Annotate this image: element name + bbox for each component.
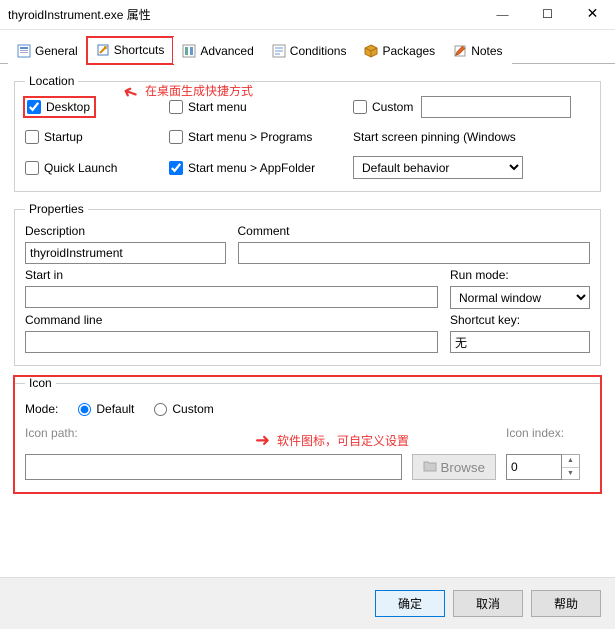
custom-checkbox[interactable] bbox=[353, 100, 367, 114]
tab-packages-label: Packages bbox=[382, 44, 435, 58]
desktop-label: Desktop bbox=[46, 100, 90, 114]
appfolder-checkbox-wrap[interactable]: Start menu > AppFolder bbox=[169, 161, 349, 175]
conditions-icon bbox=[272, 44, 286, 58]
dialog-buttons: 确定 取消 帮助 bbox=[0, 577, 615, 629]
tab-notes[interactable]: Notes bbox=[444, 37, 511, 64]
tab-strip: General Shortcuts Advanced Conditions Pa… bbox=[0, 30, 615, 64]
icon-mode-default-radio[interactable] bbox=[78, 403, 91, 416]
general-icon bbox=[17, 44, 31, 58]
runmode-select[interactable]: Normal window bbox=[450, 286, 590, 309]
icon-legend: Icon bbox=[25, 376, 56, 390]
tab-content: Location ➜ 在桌面生成快捷方式 Desktop Start menu … bbox=[0, 64, 615, 513]
comment-label: Comment bbox=[238, 224, 591, 238]
minimize-button[interactable]: ― bbox=[480, 0, 525, 29]
folder-icon bbox=[423, 460, 437, 475]
maximize-button[interactable]: ☐ bbox=[525, 0, 570, 29]
comment-input[interactable] bbox=[238, 242, 591, 264]
startmenu-checkbox[interactable] bbox=[169, 100, 183, 114]
startmenu-checkbox-wrap[interactable]: Start menu bbox=[169, 100, 349, 114]
ok-button[interactable]: 确定 bbox=[375, 590, 445, 617]
icon-mode-custom-radio[interactable] bbox=[154, 403, 167, 416]
shortcuts-icon bbox=[96, 43, 110, 57]
help-button[interactable]: 帮助 bbox=[531, 590, 601, 617]
icon-mode-label: Mode: bbox=[25, 402, 58, 416]
tab-conditions-label: Conditions bbox=[290, 44, 347, 58]
tab-notes-label: Notes bbox=[471, 44, 502, 58]
tab-advanced[interactable]: Advanced bbox=[173, 37, 262, 64]
icon-index-input bbox=[506, 454, 562, 480]
programs-label: Start menu > Programs bbox=[188, 130, 312, 144]
browse-button: Browse bbox=[412, 454, 496, 480]
icon-mode-default-label: Default bbox=[96, 402, 134, 416]
tab-shortcuts-label: Shortcuts bbox=[114, 43, 165, 57]
programs-checkbox[interactable] bbox=[169, 130, 183, 144]
desktop-checkbox-wrap[interactable]: Desktop bbox=[25, 98, 94, 116]
icon-group: Icon Mode: Default Custom ➜ 软件图标，可自定义设置 … bbox=[14, 376, 601, 493]
location-group: Location ➜ 在桌面生成快捷方式 Desktop Start menu … bbox=[14, 74, 601, 192]
close-button[interactable]: ✕ bbox=[570, 0, 615, 29]
properties-group: Properties Description Comment Start in … bbox=[14, 202, 601, 366]
appfolder-label: Start menu > AppFolder bbox=[188, 161, 315, 175]
quicklaunch-checkbox[interactable] bbox=[25, 161, 39, 175]
window-title: thyroidInstrument.exe 属性 bbox=[8, 6, 480, 23]
icon-mode-default-wrap[interactable]: Default bbox=[78, 402, 134, 416]
startmenu-label: Start menu bbox=[188, 100, 247, 114]
quicklaunch-checkbox-wrap[interactable]: Quick Launch bbox=[25, 161, 165, 175]
tab-general[interactable]: General bbox=[8, 37, 87, 64]
arrow-icon: ➜ bbox=[255, 430, 270, 451]
desktop-checkbox[interactable] bbox=[27, 100, 41, 114]
titlebar: thyroidInstrument.exe 属性 ― ☐ ✕ bbox=[0, 0, 615, 30]
startup-label: Startup bbox=[44, 130, 83, 144]
icon-path-label: Icon path: bbox=[25, 426, 78, 440]
pinning-select[interactable]: Default behavior bbox=[353, 156, 523, 179]
custom-path-input[interactable] bbox=[421, 96, 571, 118]
shortcutkey-input[interactable] bbox=[450, 331, 590, 353]
pinning-label: Start screen pinning (Windows bbox=[353, 130, 590, 144]
location-legend: Location bbox=[25, 74, 78, 88]
runmode-label: Run mode: bbox=[450, 268, 590, 282]
icon-mode-custom-label: Custom bbox=[172, 402, 213, 416]
window-buttons: ― ☐ ✕ bbox=[480, 0, 615, 29]
shortcutkey-label: Shortcut key: bbox=[450, 313, 590, 327]
icon-mode-custom-wrap[interactable]: Custom bbox=[154, 402, 213, 416]
desktop-annotation: 在桌面生成快捷方式 bbox=[145, 82, 253, 99]
cmdline-label: Command line bbox=[25, 313, 438, 327]
icon-index-label: Icon index: bbox=[506, 426, 564, 440]
startup-checkbox[interactable] bbox=[25, 130, 39, 144]
startin-label: Start in bbox=[25, 268, 438, 282]
tab-conditions[interactable]: Conditions bbox=[263, 37, 356, 64]
description-label: Description bbox=[25, 224, 226, 238]
custom-checkbox-wrap[interactable]: Custom bbox=[353, 100, 413, 114]
tab-packages[interactable]: Packages bbox=[355, 37, 444, 64]
advanced-icon bbox=[182, 44, 196, 58]
quicklaunch-label: Quick Launch bbox=[44, 161, 117, 175]
cmdline-input[interactable] bbox=[25, 331, 438, 353]
custom-label: Custom bbox=[372, 100, 413, 114]
startin-input[interactable] bbox=[25, 286, 438, 308]
programs-checkbox-wrap[interactable]: Start menu > Programs bbox=[169, 130, 349, 144]
icon-index-spinner: ▲▼ bbox=[562, 454, 580, 480]
description-input[interactable] bbox=[25, 242, 226, 264]
icon-annotation: 软件图标，可自定义设置 bbox=[277, 432, 409, 449]
tab-general-label: General bbox=[35, 44, 78, 58]
properties-legend: Properties bbox=[25, 202, 88, 216]
cancel-button[interactable]: 取消 bbox=[453, 590, 523, 617]
tab-shortcuts[interactable]: Shortcuts bbox=[87, 37, 174, 64]
startup-checkbox-wrap[interactable]: Startup bbox=[25, 130, 165, 144]
packages-icon bbox=[364, 44, 378, 58]
tab-advanced-label: Advanced bbox=[200, 44, 253, 58]
icon-path-input bbox=[25, 454, 402, 480]
notes-icon bbox=[453, 44, 467, 58]
appfolder-checkbox[interactable] bbox=[169, 161, 183, 175]
